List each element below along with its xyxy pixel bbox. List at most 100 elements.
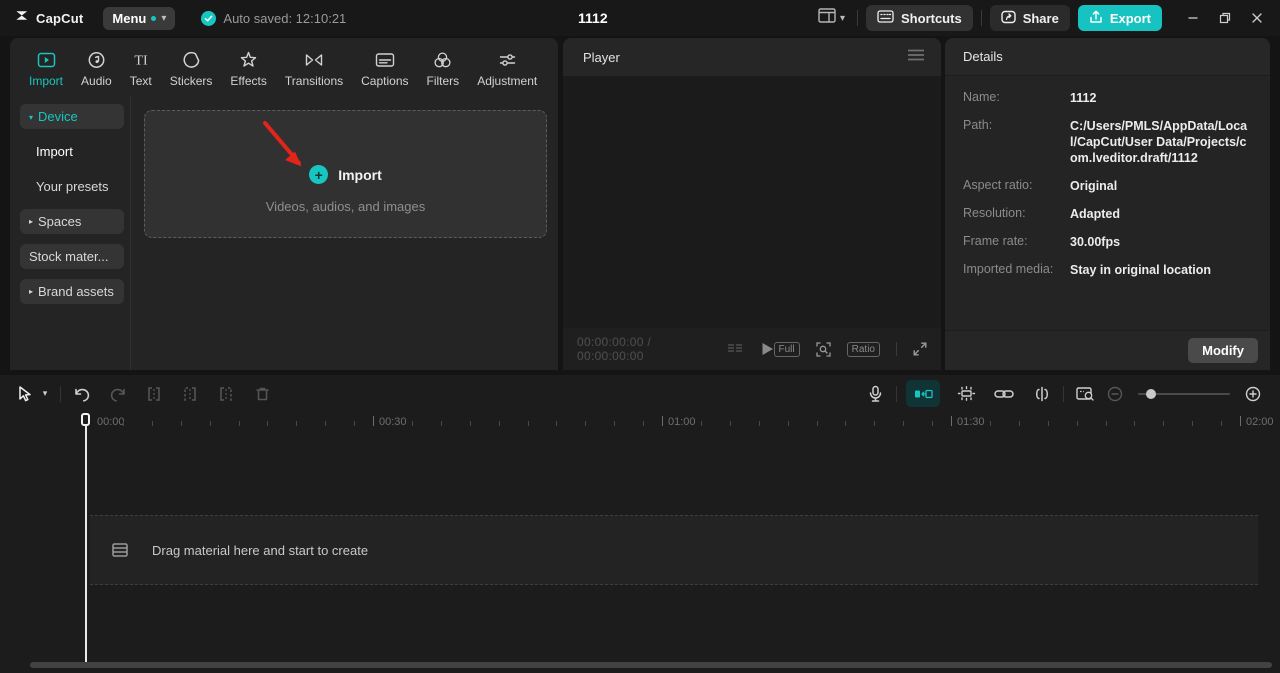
ruler-tick: [238, 421, 240, 426]
shortcuts-label: Shortcuts: [901, 10, 962, 26]
record-voiceover-icon[interactable]: [860, 380, 890, 408]
adjustment-tab-icon: [497, 50, 518, 70]
ruler-tick: [527, 421, 529, 426]
select-cursor-tool[interactable]: [12, 380, 36, 408]
timeline-horizontal-scrollbar[interactable]: [30, 662, 1272, 668]
fullscreen-icon[interactable]: [913, 342, 927, 356]
tab-label: Import: [29, 74, 64, 88]
restore-button[interactable]: [1212, 5, 1238, 31]
svg-text:TI: TI: [134, 54, 148, 69]
modify-button[interactable]: Modify: [1188, 338, 1258, 363]
preview-zoom-icon[interactable]: [815, 341, 831, 357]
zoom-in-icon[interactable]: [1238, 380, 1268, 408]
sidebar-item-stock-material[interactable]: Stock mater...: [20, 244, 124, 269]
tab-text[interactable]: TI Text: [121, 46, 161, 96]
import-dropzone[interactable]: + Import Videos, audios, and images: [144, 110, 547, 238]
share-button[interactable]: Share: [989, 5, 1070, 31]
delete-icon[interactable]: [247, 380, 277, 408]
timeline-toolbar: ▾: [0, 375, 1280, 412]
autosave-check-icon: [201, 10, 217, 26]
cursor-tool-dropdown-icon[interactable]: ▾: [36, 380, 54, 408]
media-tab-bar: Import Audio TI Text Stickers Effects Tr…: [10, 38, 558, 96]
sidebar-item-device[interactable]: ▾ Device: [20, 104, 124, 129]
menu-button[interactable]: Menu ▾: [103, 6, 176, 30]
ruler-tick: [874, 421, 876, 426]
detail-label: Frame rate:: [963, 234, 1028, 248]
ratio-button[interactable]: Ratio: [846, 341, 880, 357]
ruler-tick: [1018, 421, 1020, 426]
undo-button[interactable]: [67, 380, 97, 408]
export-button[interactable]: Export: [1077, 5, 1162, 31]
shortcuts-button[interactable]: Shortcuts: [866, 5, 973, 31]
details-panel-title: Details: [945, 38, 1270, 76]
player-timecode: 00:00:00:00 / 00:00:00:00: [577, 335, 651, 363]
overwrite-insert-icon[interactable]: [1027, 380, 1057, 408]
filters-tab-icon: [432, 50, 453, 70]
full-quality-button[interactable]: Full: [773, 341, 800, 357]
tab-captions[interactable]: Captions: [352, 46, 417, 96]
preview-quality-icon[interactable]: [1070, 380, 1100, 408]
ruler-tick: [151, 421, 153, 426]
tab-transitions[interactable]: Transitions: [276, 46, 352, 96]
tab-import[interactable]: Import: [20, 46, 72, 96]
timeline-zoom-slider[interactable]: [1138, 388, 1230, 399]
ruler-tick: [787, 421, 789, 426]
autosave-status: Auto saved: 12:10:21: [201, 10, 347, 26]
tab-adjustment[interactable]: Adjustment: [468, 46, 546, 96]
titlebar: CapCut Menu ▾ Auto saved: 12:10:21 1112 …: [0, 0, 1280, 36]
titlebar-separator: [980, 10, 982, 26]
timeline-ruler[interactable]: 00:00 00:30 01:00 01:30 02:00: [0, 412, 1280, 434]
play-button[interactable]: [761, 342, 774, 356]
ruler-tick: [585, 421, 587, 426]
media-sidebar: ▾ Device Import Your presets ▸ Spaces St…: [10, 96, 130, 370]
main-track-dropzone[interactable]: Drag material here and start to create: [90, 515, 1258, 585]
layout-switcher[interactable]: ▾: [818, 8, 845, 28]
player-panel: Player 00:00:00:00 / 00:00:00:00 Full Ra…: [563, 38, 941, 370]
project-title: 1112: [578, 10, 608, 26]
autosave-text: Auto saved: 12:10:21: [223, 10, 347, 26]
ruler-tick: [903, 421, 905, 426]
ruler-tick: [1221, 421, 1223, 426]
detail-value: Adapted: [1070, 207, 1120, 221]
tab-effects[interactable]: Effects: [221, 46, 275, 96]
ruler-label: 02:00: [1240, 416, 1274, 428]
tab-stickers[interactable]: Stickers: [161, 46, 222, 96]
ruler-tick: [700, 421, 702, 426]
ruler-tick: [556, 421, 558, 426]
sidebar-item-your-presets[interactable]: Your presets: [20, 174, 124, 199]
delete-right-icon[interactable]: [211, 380, 241, 408]
tab-audio[interactable]: Audio: [72, 46, 121, 96]
audio-tab-icon: [86, 50, 107, 70]
redo-button[interactable]: [103, 380, 133, 408]
ruler-tick: [1134, 421, 1136, 426]
share-icon: [1000, 10, 1016, 27]
sidebar-item-import[interactable]: Import: [20, 139, 124, 164]
link-clips-icon[interactable]: [989, 380, 1019, 408]
zoom-slider-handle[interactable]: [1146, 388, 1156, 399]
zoom-out-icon[interactable]: [1100, 380, 1130, 408]
ruler-tick: [411, 421, 413, 426]
player-preview[interactable]: [563, 76, 941, 328]
tab-filters[interactable]: Filters: [418, 46, 469, 96]
minimize-button[interactable]: [1180, 5, 1206, 31]
tab-label: Transitions: [284, 74, 344, 88]
toolbar-separator: [896, 385, 897, 402]
ruler-tick: [267, 421, 269, 426]
sidebar-item-spaces[interactable]: ▸ Spaces: [20, 209, 124, 234]
player-menu-icon[interactable]: [907, 48, 925, 66]
detail-value: 30.00fps: [1070, 235, 1121, 249]
sidebar-item-label: Spaces: [38, 214, 82, 229]
auto-snap-toggle[interactable]: [906, 380, 940, 407]
sidebar-item-brand-assets[interactable]: ▸ Brand assets: [20, 279, 124, 304]
media-panel: Import Audio TI Text Stickers Effects Tr…: [10, 38, 558, 370]
close-button[interactable]: [1244, 5, 1270, 31]
detail-label: Aspect ratio:: [963, 178, 1033, 192]
transitions-tab-icon: [303, 50, 325, 70]
tab-label: Adjustment: [477, 74, 538, 88]
detail-row-aspect-ratio: Aspect ratio: Original: [963, 178, 1252, 194]
split-clip-icon[interactable]: [139, 380, 169, 408]
player-panel-title: Player: [583, 49, 620, 65]
main-track-magnet-icon[interactable]: [951, 380, 981, 408]
delete-left-icon[interactable]: [175, 380, 205, 408]
frame-list-icon[interactable]: [727, 343, 743, 355]
